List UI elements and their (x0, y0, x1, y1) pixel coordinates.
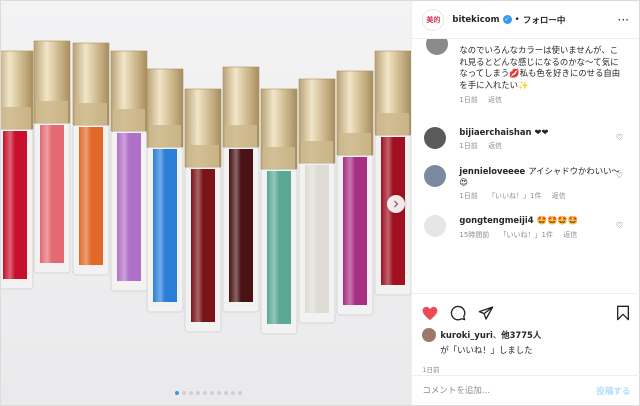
post-date[interactable]: 1日前 (422, 364, 630, 374)
comment-avatar[interactable] (424, 164, 447, 187)
lip-gloss-photo (1, 40, 412, 335)
caption-meta: 1日前 返信 (459, 95, 624, 107)
account-name[interactable]: bitekicom (452, 15, 499, 25)
more-options-icon[interactable]: ··· (618, 13, 629, 27)
comment-text: ❤❤ (534, 126, 549, 137)
action-icons (422, 302, 630, 324)
comment-meta: 15時間前 「いいね！」1件 返信 (459, 230, 627, 240)
comment-item: jennieloveeee アイシャドウかわいい〜😍 ♡ 1日前 「いいね！」1件… (424, 164, 627, 201)
bookmark-icon[interactable] (616, 305, 630, 321)
lip-gloss-tube (72, 42, 110, 276)
like-heart-icon[interactable] (422, 306, 438, 321)
carousel-dot (217, 391, 221, 395)
following-button[interactable]: フォロー中 (523, 14, 566, 26)
comment-age: 1日前 (459, 141, 478, 150)
post-dialog: 美的 bitekicom ✓ • フォロー中 ··· なのでいろんなカラーは使い… (0, 0, 640, 406)
liker-avatar[interactable] (422, 328, 437, 342)
caption-avatar[interactable] (426, 39, 449, 55)
carousel-dot (238, 391, 242, 395)
carousel-dot (189, 391, 193, 395)
lip-gloss-tube (1, 50, 34, 290)
comment-icon[interactable] (450, 305, 466, 321)
verified-badge-icon: ✓ (502, 15, 512, 24)
post-image[interactable] (1, 1, 412, 405)
lip-gloss-tube (222, 66, 260, 313)
post-header: 美的 bitekicom ✓ • フォロー中 ··· (412, 1, 639, 39)
likes-separator: 、 (492, 330, 502, 340)
comment-reply-button[interactable]: 返信 (552, 192, 566, 200)
carousel-indicator (175, 391, 242, 395)
likes-summary: kuroki_yuri、他3775人 (422, 328, 630, 342)
comment-user[interactable]: jennieloveeee (459, 166, 525, 176)
comment-like-icon[interactable]: ♡ (616, 171, 623, 180)
account-avatar[interactable]: 美的 (422, 8, 445, 31)
lip-gloss-tube (336, 70, 374, 316)
carousel-dot (182, 391, 186, 395)
carousel-dot (196, 391, 200, 395)
comment-user[interactable]: bijiaerchaishan (459, 127, 531, 137)
comment-age: 15時間前 (459, 230, 490, 239)
comments-list: なのでいろんなカラーは使いませんが、これ見るとどんな感じになるのかな〜て気になっ… (412, 39, 639, 293)
lip-gloss-tube (146, 68, 184, 313)
next-slide-button[interactable] (387, 195, 405, 213)
header-separator: • (514, 14, 520, 25)
carousel-dot (210, 391, 214, 395)
likes-suffix: が「いいね！」しました (440, 345, 533, 355)
post-actions: kuroki_yuri、他3775人 が「いいね！」しました 1日前 (412, 293, 640, 374)
comment-meta: 1日前 「いいね！」1件 返信 (459, 191, 627, 201)
lip-gloss-tube (260, 88, 298, 335)
comment-item: gongtengmeiji4 🤩🤩🤩🤩 ♡ 15時間前 「いいね！」1件 返信 (424, 214, 627, 240)
carousel-dot (175, 391, 179, 395)
lip-gloss-tube (184, 88, 222, 333)
comment-text: 🤩🤩🤩🤩 (536, 214, 579, 225)
post-comment-button[interactable]: 投稿する (596, 385, 630, 397)
carousel-dot (203, 391, 207, 395)
lip-gloss-tube (33, 40, 71, 274)
carousel-dot (224, 391, 228, 395)
comment-avatar[interactable] (424, 214, 447, 237)
lip-gloss-tube (374, 50, 412, 296)
comment-likes-count[interactable]: 「いいね！」1件 (488, 192, 541, 200)
comment-meta: 1日前 返信 (459, 141, 627, 151)
comment-reply-button[interactable]: 返信 (563, 231, 577, 239)
caption-text: なのでいろんなカラーは使いませんが、これ見るとどんな感じになるのかな〜て気になっ… (459, 45, 621, 90)
caption-reply-button[interactable]: 返信 (488, 96, 502, 104)
comment-reply-button[interactable]: 返信 (488, 142, 502, 150)
caption-age: 1日前 (459, 96, 478, 104)
comment-age: 1日前 (459, 191, 478, 200)
post-sidebar: 美的 bitekicom ✓ • フォロー中 ··· なのでいろんなカラーは使い… (411, 1, 640, 405)
likes-others[interactable]: 他3775人 (501, 329, 541, 341)
post-caption: なのでいろんなカラーは使いませんが、これ見るとどんな感じになるのかな〜て気になっ… (424, 39, 624, 107)
comment-user[interactable]: gongtengmeiji4 (459, 215, 533, 225)
comment-avatar[interactable] (424, 126, 447, 149)
comment-like-icon[interactable]: ♡ (616, 133, 623, 142)
comment-like-icon[interactable]: ♡ (616, 221, 623, 230)
chevron-right-icon (394, 200, 399, 208)
share-icon[interactable] (478, 305, 494, 321)
lip-gloss-tube (110, 50, 148, 292)
lip-gloss-tube (298, 78, 336, 324)
carousel-dot (231, 391, 235, 395)
comment-likes-count[interactable]: 「いいね！」1件 (500, 231, 553, 239)
liker-name[interactable]: kuroki_yuri (440, 330, 492, 340)
comment-input[interactable] (422, 385, 597, 396)
add-comment-bar: 投稿する (412, 375, 640, 405)
comment-item: bijiaerchaishan ❤❤ ♡ 1日前 返信 (424, 126, 627, 151)
